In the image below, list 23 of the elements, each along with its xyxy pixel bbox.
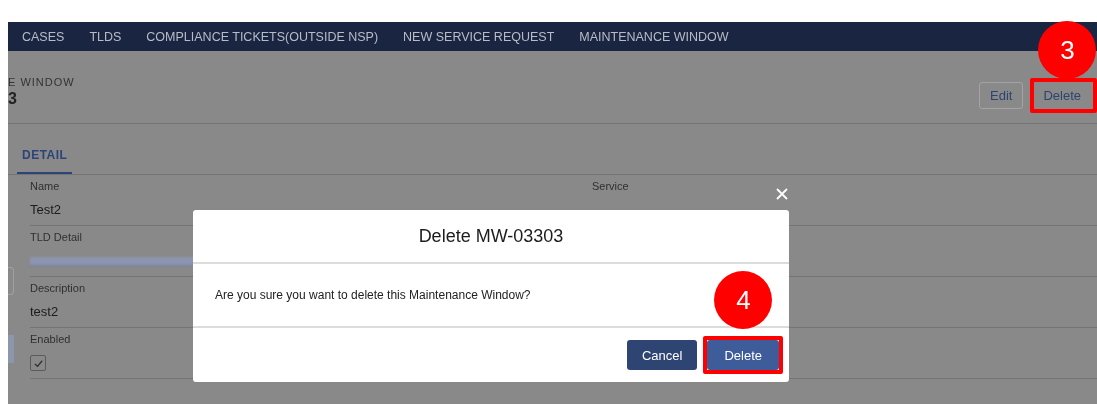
field-label: Service: [592, 180, 629, 192]
nav-tab[interactable]: CASES: [22, 29, 65, 44]
field-label: Enabled: [30, 333, 71, 345]
cut-off-panel: [8, 267, 14, 295]
step-number-badge: 3: [1038, 21, 1097, 79]
field-value: test2: [30, 304, 59, 319]
nav-tab[interactable]: MAINTENANCE WINDOW: [579, 29, 729, 44]
field-label: Description: [30, 282, 86, 294]
object-type-label: E WINDOW: [8, 76, 75, 88]
dialog-message: Are you sure you want to delete this Maintenance Window?: [215, 288, 531, 302]
field-value: Test2: [30, 202, 62, 217]
close-icon[interactable]: [776, 188, 788, 200]
cut-off-panel: [8, 335, 14, 363]
record-name: 3: [8, 90, 18, 108]
nav-tab[interactable]: NEW SERVICE REQUEST: [403, 29, 555, 44]
step-number-badge: 4: [714, 271, 773, 329]
dialog-button[interactable]: Cancel: [626, 340, 698, 370]
nav-tab[interactable]: TLDS: [89, 29, 122, 44]
nav-tab[interactable]: COMPLIANCE TICKETS(OUTSIDE NSP): [146, 29, 379, 44]
field-label: Name: [30, 180, 60, 192]
dialog-title: Delete MW-03303: [418, 225, 564, 247]
dialog-button[interactable]: Delete: [707, 340, 779, 370]
field-label: TLD Detail: [30, 231, 82, 243]
